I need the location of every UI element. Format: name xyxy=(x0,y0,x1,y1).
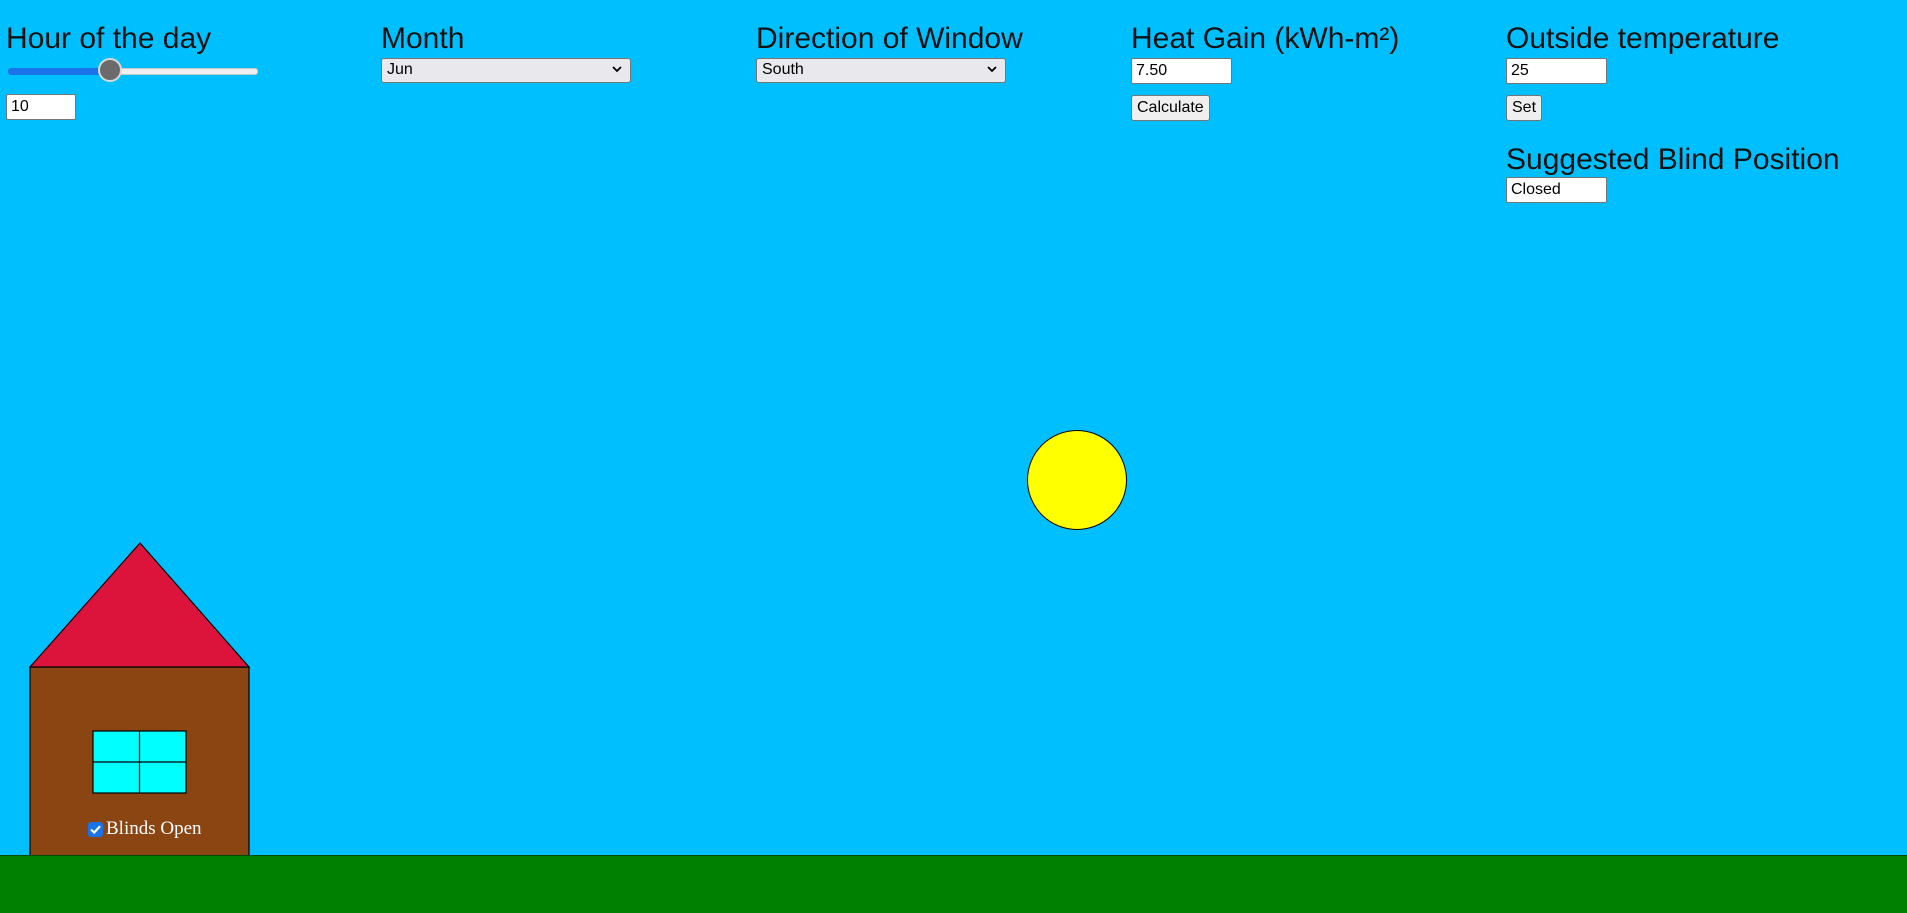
chevron-down-icon xyxy=(987,66,997,73)
set-button[interactable]: Set xyxy=(1506,95,1543,121)
direction-select-value: South xyxy=(762,61,804,78)
blind-position-output xyxy=(1506,177,1607,203)
month-select[interactable]: Jun xyxy=(381,58,631,83)
house xyxy=(28,542,251,857)
chevron-down-icon xyxy=(612,66,622,73)
outside-temp-heading: Outside temperature xyxy=(1506,22,1780,55)
direction-select[interactable]: South xyxy=(756,58,1006,83)
simulation-page: Hour of the day Month Jun Direction of W… xyxy=(0,0,1907,913)
house-roof xyxy=(28,542,251,668)
heat-gain-control: Heat Gain (kWh-m²) Calculate xyxy=(1131,22,1399,121)
blind-position-heading: Suggested Blind Position xyxy=(1506,143,1840,176)
blinds-checkbox[interactable] xyxy=(88,821,103,837)
month-select-value: Jun xyxy=(387,61,413,78)
heat-gain-heading: Heat Gain (kWh-m²) xyxy=(1131,22,1400,55)
blinds-toggle[interactable]: Blinds Open xyxy=(88,818,202,840)
direction-control: Direction of Window South xyxy=(756,22,1023,83)
month-control: Month Jun xyxy=(381,22,631,83)
month-heading: Month xyxy=(381,22,465,55)
outside-temp-control: Outside temperature Set Suggested Blind … xyxy=(1506,22,1840,203)
heat-gain-input[interactable] xyxy=(1131,58,1232,84)
ground xyxy=(0,855,1907,913)
direction-heading: Direction of Window xyxy=(756,22,1023,55)
calculate-button[interactable]: Calculate xyxy=(1131,95,1210,121)
blinds-checkbox-label: Blinds Open xyxy=(106,818,202,839)
house-window xyxy=(92,730,187,794)
checkmark-icon xyxy=(90,824,101,834)
outside-temp-input[interactable] xyxy=(1506,58,1607,84)
sun xyxy=(1027,430,1127,530)
